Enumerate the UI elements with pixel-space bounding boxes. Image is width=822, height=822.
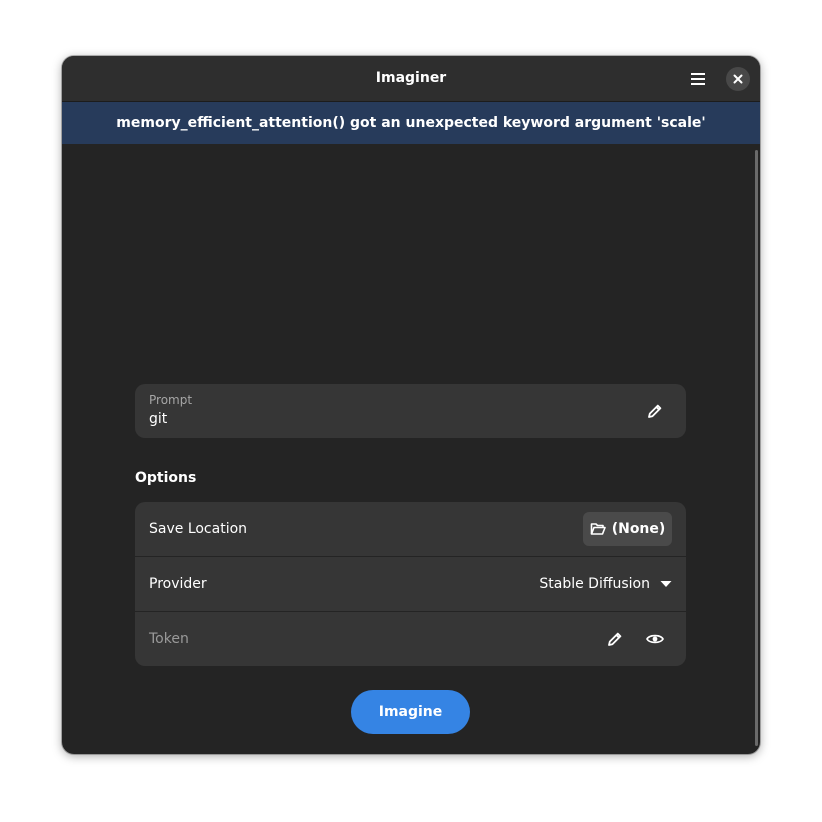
error-banner: memory_efficient_attention() got an unex… [62,102,760,144]
provider-row[interactable]: Provider Stable Diffusion [135,557,686,611]
save-location-row: Save Location (None) [135,502,686,556]
dropdown-arrow-icon [660,581,672,587]
provider-dropdown[interactable]: Stable Diffusion [539,557,672,611]
options-heading: Options [135,470,197,486]
error-message: memory_efficient_attention() got an unex… [116,115,706,131]
eye-icon [646,634,664,644]
token-input[interactable]: Token [149,612,189,666]
prompt-entry-row[interactable]: Prompt git [135,384,686,438]
headerbar: Imaginer [62,56,760,102]
folder-open-icon [590,523,606,535]
provider-label: Provider [149,576,207,592]
save-location-button[interactable]: (None) [583,512,672,546]
app-window: Imaginer memory_efficient_attention() go… [62,56,760,754]
close-button[interactable] [726,67,750,91]
token-reveal-button[interactable] [639,623,671,655]
prompt-label: Prompt [149,393,193,407]
options-list: Save Location (None) Provider Stable Dif… [135,502,686,666]
prompt-input[interactable]: git [149,411,167,427]
close-icon [733,74,743,84]
scrollbar[interactable] [755,150,758,746]
hamburger-menu-icon [691,73,705,85]
prompt-edit-button[interactable] [639,395,671,427]
window-title: Imaginer [375,70,447,86]
pencil-icon [648,404,662,418]
save-location-value: (None) [611,521,666,537]
token-edit-button[interactable] [599,623,631,655]
token-row[interactable]: Token [135,612,686,666]
pencil-icon [608,632,622,646]
imagine-button[interactable]: Imagine [351,690,470,734]
provider-selected-value: Stable Diffusion [539,576,650,592]
save-location-label: Save Location [149,521,248,537]
main-menu-button[interactable] [682,63,714,95]
